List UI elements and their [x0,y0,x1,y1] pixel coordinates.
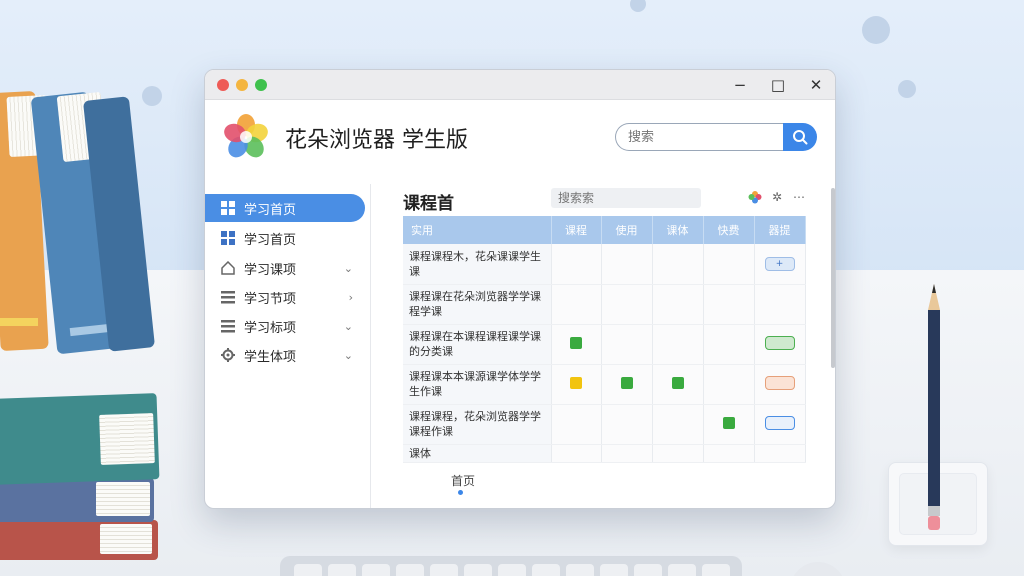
column-header[interactable]: 使用 [601,216,653,244]
sidebar-item-label: 学习节项 [244,291,297,307]
sidebar-item-study-sections[interactable]: 学习节项 › [205,283,365,311]
keyboard-key [328,564,356,576]
search-button[interactable] [783,123,817,151]
search-icon [793,130,808,145]
list-icon [221,291,235,304]
flower-mini-icon[interactable] [747,189,763,205]
grid-icon [221,231,235,245]
keyboard-key [396,564,424,576]
vertical-scrollbar[interactable] [831,188,835,368]
sidebar-item-study-home-2[interactable]: 学习首页 [205,224,365,252]
tab-home[interactable]: 首页 [451,472,475,489]
sidebar-item-study-home[interactable]: 学习首页 [205,194,365,222]
maximize-button[interactable]: □ [767,74,789,96]
active-tab-indicator [458,490,463,495]
browser-window: − □ ✕ 花朵浏览器 学生版 学习首页 学习首页 [204,69,836,509]
decor-dot [898,80,916,98]
table-row[interactable]: 课程课程，花朵浏览器学学课程作课 [403,404,806,445]
chevron-down-icon: ⌄ [343,261,353,275]
table-row[interactable]: 课体 [403,444,806,463]
minimize-button[interactable]: − [729,74,751,96]
sidebar-item-label: 学习首页 [244,232,297,248]
row-title: 课程课本本课源课学体学学生作课 [403,364,552,405]
decor-dot [142,86,162,106]
sidebar-item-study-tags[interactable]: 学习标项 ⌄ [205,312,365,340]
course-search-input[interactable] [551,188,701,208]
book-pages [100,524,152,554]
chevron-right-icon: › [348,290,353,304]
book-pages [99,413,155,465]
table-row[interactable]: 课程课在花朵浏览器学学课程学课 [403,284,806,325]
keyboard-key [634,564,662,576]
green-tag-icon[interactable] [764,335,795,350]
sidebar-item-label: 学生体项 [244,349,297,365]
keyboard-key [294,564,322,576]
keyboard-key [362,564,390,576]
title-bar: − □ ✕ [205,70,835,100]
column-header[interactable]: 实用 [403,216,552,244]
table-header-row: 实用 课程 使用 课体 快费 器提 [403,216,806,244]
close-traffic-light[interactable] [217,79,229,91]
app-title: 花朵浏览器 学生版 [285,128,468,153]
orange-tag-icon[interactable] [764,375,795,390]
blue-tag-icon[interactable] [764,415,795,430]
keyboard-key [532,564,560,576]
keyboard-key [600,564,628,576]
sidebar-item-student-settings[interactable]: 学生体项 ⌄ [205,341,365,369]
search-input[interactable] [615,123,785,151]
app-header: 花朵浏览器 学生版 [205,100,835,184]
main-content: 课程首 ✲ ⋯ 实用 课程 使用 课体 快费 器提 课程课程木，花朵课课学生课 [385,184,831,508]
more-icon[interactable]: ⋯ [791,189,807,205]
row-title: 课程课程木，花朵课课学生课 [403,244,552,285]
minimize-traffic-light[interactable] [236,79,248,91]
row-title: 课程课程，花朵浏览器学学课程作课 [403,404,552,445]
column-header[interactable]: 课体 [652,216,704,244]
sidebar-item-label: 学习标项 [244,320,297,336]
table-row[interactable]: 课程课本本课源课学体学学生作课 [403,364,806,405]
sidebar: 学习首页 学习首页 学习课项 ⌄ 学习节项 › 学习标项 ⌄ 学生体项 ⌄ [205,184,371,508]
chevron-down-icon: ⌄ [343,319,353,333]
settings-icon[interactable]: ✲ [769,189,785,205]
chevron-down-icon: ⌄ [343,348,353,362]
keyboard-key [430,564,458,576]
row-title: 课体 [403,444,552,463]
add-tag-icon[interactable]: + [764,257,795,272]
green-check-icon [671,376,684,389]
keyboard-key [566,564,594,576]
sidebar-item-label: 学习课项 [244,262,297,278]
decor-dot [862,16,890,44]
pencil [928,284,940,530]
book-pages [96,482,150,516]
keyboard-key [668,564,696,576]
green-check-icon [620,376,633,389]
book-band [0,318,38,326]
flower-logo-icon [224,114,268,158]
keyboard-key [498,564,526,576]
home-icon [221,261,235,275]
green-check-icon [722,416,735,429]
sidebar-item-study-courses[interactable]: 学习课项 ⌄ [205,254,365,282]
column-header[interactable]: 课程 [551,216,602,244]
zoom-traffic-light[interactable] [255,79,267,91]
gear-icon [221,348,235,362]
close-button[interactable]: ✕ [805,74,827,96]
yellow-note-icon [570,376,582,389]
course-table: 实用 课程 使用 课体 快费 器提 课程课程木，花朵课课学生课 + 课程课在花朵… [403,216,806,463]
row-title: 课程课在本课程课程课学课的分类课 [403,324,552,365]
grid-icon [221,201,235,215]
keyboard-key [464,564,492,576]
keyboard-key [702,564,730,576]
table-row[interactable]: 课程课程木，花朵课课学生课 + [403,244,806,285]
keyboard [280,556,742,576]
sidebar-item-label: 学习首页 [244,202,297,218]
green-check-icon [570,336,582,349]
row-title: 课程课在花朵浏览器学学课程学课 [403,284,552,325]
table-row[interactable]: 课程课在本课程课程课学课的分类课 [403,324,806,365]
column-header[interactable]: 器提 [754,216,806,244]
list-icon [221,320,235,333]
section-title: 课程首 [403,194,454,214]
column-header[interactable]: 快费 [703,216,755,244]
